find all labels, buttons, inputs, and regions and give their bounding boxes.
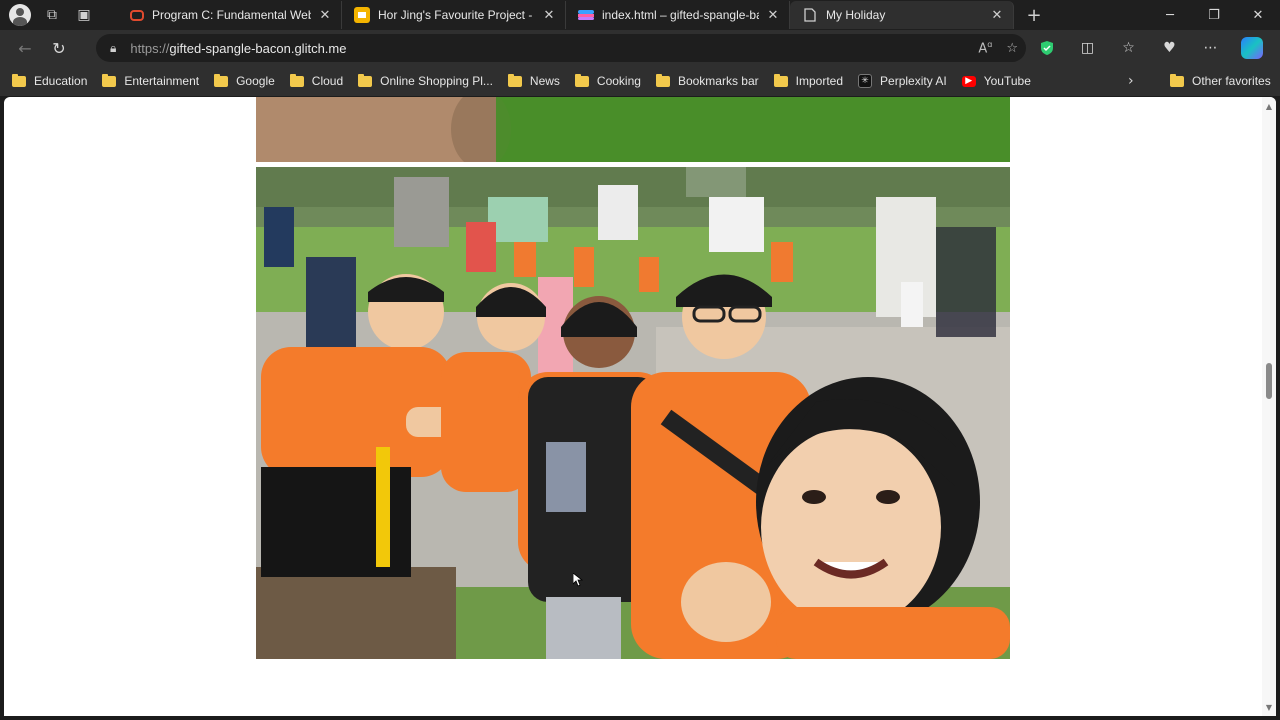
tab-strip: ⧉ ▣ Program C: Fundamental Web De ✕ Hor … (0, 0, 1280, 30)
bookmark-label: Cloud (311, 74, 344, 88)
read-aloud-icon[interactable]: Aɑ (978, 40, 992, 56)
shield-extension-icon[interactable] (1026, 33, 1067, 63)
bookmarks-bar: Education Entertainment Google Cloud Onl… (0, 66, 1280, 96)
tab-title: index.html – gifted-spangle-bac (602, 8, 759, 22)
minimize-icon[interactable]: ─ (1148, 0, 1192, 30)
folder-icon (574, 73, 589, 87)
folder-icon (507, 73, 522, 87)
split-screen-icon[interactable]: ◫ (1067, 33, 1108, 63)
holiday-photo-partial-top (256, 97, 1010, 162)
mouse-cursor-icon (573, 573, 583, 587)
close-icon[interactable]: ✕ (317, 8, 333, 23)
avatar (9, 4, 31, 26)
copilot-icon[interactable] (1231, 33, 1272, 63)
bookmark-google[interactable]: Google (214, 73, 275, 88)
bookmark-label: Entertainment (124, 74, 200, 88)
toolbar-right: ◫ ☆ ♥ ⋯ (1026, 33, 1272, 63)
bookmark-perplexity[interactable]: ✳ Perplexity AI (858, 74, 947, 88)
address-bar-actions: Aɑ ☆ (978, 34, 1018, 62)
refresh-button[interactable]: ↻ (42, 33, 76, 63)
url-text[interactable]: https://gifted-spangle-bacon.glitch.me (130, 41, 346, 56)
scroll-up-arrow-icon[interactable]: ▲ (1262, 99, 1276, 113)
perplexity-icon: ✳ (858, 74, 873, 88)
address-bar[interactable]: 🔒︎ https://gifted-spangle-bacon.glitch.m… (96, 34, 1026, 62)
tab-my-holiday[interactable]: My Holiday ✕ (790, 1, 1014, 29)
folder-icon (214, 73, 229, 87)
google-slides-icon (354, 7, 370, 23)
window-close-icon[interactable]: ✕ (1236, 0, 1280, 30)
bookmark-label: Imported (795, 74, 844, 88)
bookmark-label: Education (34, 74, 88, 88)
tab-strip-left-controls: ⧉ ▣ (0, 1, 118, 29)
close-icon[interactable]: ✕ (541, 8, 557, 23)
tab-title: Hor Jing's Favourite Project - Go (378, 8, 535, 22)
favorite-star-icon[interactable]: ☆ (1006, 41, 1018, 56)
group-selfie-orange-shirts (256, 167, 1010, 659)
lock-icon[interactable]: 🔒︎ (110, 41, 116, 56)
coursera-icon (130, 9, 144, 21)
bookmark-entertainment[interactable]: Entertainment (102, 73, 200, 88)
bookmark-news[interactable]: News (507, 73, 560, 88)
bookmark-label: News (529, 74, 560, 88)
browser-essentials-icon[interactable]: ♥ (1149, 33, 1190, 63)
bookmark-youtube[interactable]: ▶ YouTube (961, 74, 1031, 88)
folder-icon (773, 73, 788, 87)
folder-icon (12, 73, 26, 87)
bookmark-online-shopping[interactable]: Online Shopping Pl... (358, 73, 493, 88)
page-scrollbar[interactable]: ▲ ▼ (1262, 97, 1276, 716)
bookmark-label: Google (236, 74, 275, 88)
favorites-icon[interactable]: ☆ (1108, 33, 1149, 63)
close-icon[interactable]: ✕ (989, 8, 1005, 23)
url-scheme: https:// (130, 40, 170, 56)
tab-hor-jing-project[interactable]: Hor Jing's Favourite Project - Go ✕ (342, 1, 566, 29)
scroll-down-arrow-icon[interactable]: ▼ (1262, 700, 1276, 714)
restore-icon[interactable]: ❐ (1192, 0, 1236, 30)
bookmark-education[interactable]: Education (12, 73, 88, 88)
workspaces-icon[interactable]: ⧉ (38, 1, 66, 29)
other-favorites[interactable]: Other favorites (1170, 66, 1271, 96)
profile-button[interactable] (6, 1, 34, 29)
more-options-icon[interactable]: ⋯ (1190, 33, 1231, 63)
folder-icon (358, 73, 373, 87)
bookmark-label: Online Shopping Pl... (380, 74, 493, 88)
bookmark-label: YouTube (983, 74, 1031, 88)
tab-program-c[interactable]: Program C: Fundamental Web De ✕ (118, 1, 342, 29)
page-icon (802, 7, 818, 23)
folder-icon (289, 73, 304, 87)
bookmark-bookmarks-bar[interactable]: Bookmarks bar (655, 73, 759, 88)
back-button[interactable]: ← (8, 33, 42, 63)
bookmark-cloud[interactable]: Cloud (289, 73, 344, 88)
bookmark-imported[interactable]: Imported (773, 73, 844, 88)
new-tab-button[interactable]: + (1020, 1, 1048, 29)
folder-icon (655, 73, 670, 87)
folder-icon (1170, 73, 1184, 87)
bookmark-label: Bookmarks bar (677, 74, 759, 88)
bookmark-label: Perplexity AI (880, 74, 947, 88)
other-favorites-label: Other favorites (1192, 74, 1271, 88)
bookmark-label: Cooking (596, 74, 641, 88)
folder-icon (102, 73, 117, 87)
glitch-icon (578, 7, 594, 23)
window-controls: ─ ❐ ✕ (1148, 0, 1280, 30)
tab-title: Program C: Fundamental Web De (152, 8, 311, 22)
tab-glitch-editor[interactable]: index.html – gifted-spangle-bac ✕ (566, 1, 790, 29)
close-icon[interactable]: ✕ (765, 8, 781, 23)
page-viewport: ▲ ▼ (4, 97, 1276, 716)
more-bookmarks-chevron-icon[interactable]: › (1128, 66, 1134, 96)
tab-title: My Holiday (826, 8, 886, 22)
youtube-icon: ▶ (961, 75, 976, 87)
browser-toolbar: ← ↻ 🔒︎ https://gifted-spangle-bacon.glit… (0, 30, 1280, 66)
url-host: gifted-spangle-bacon.glitch.me (169, 40, 347, 56)
scrollbar-thumb[interactable] (1266, 363, 1272, 399)
bookmark-cooking[interactable]: Cooking (574, 73, 641, 88)
tab-actions-icon[interactable]: ▣ (70, 1, 98, 29)
